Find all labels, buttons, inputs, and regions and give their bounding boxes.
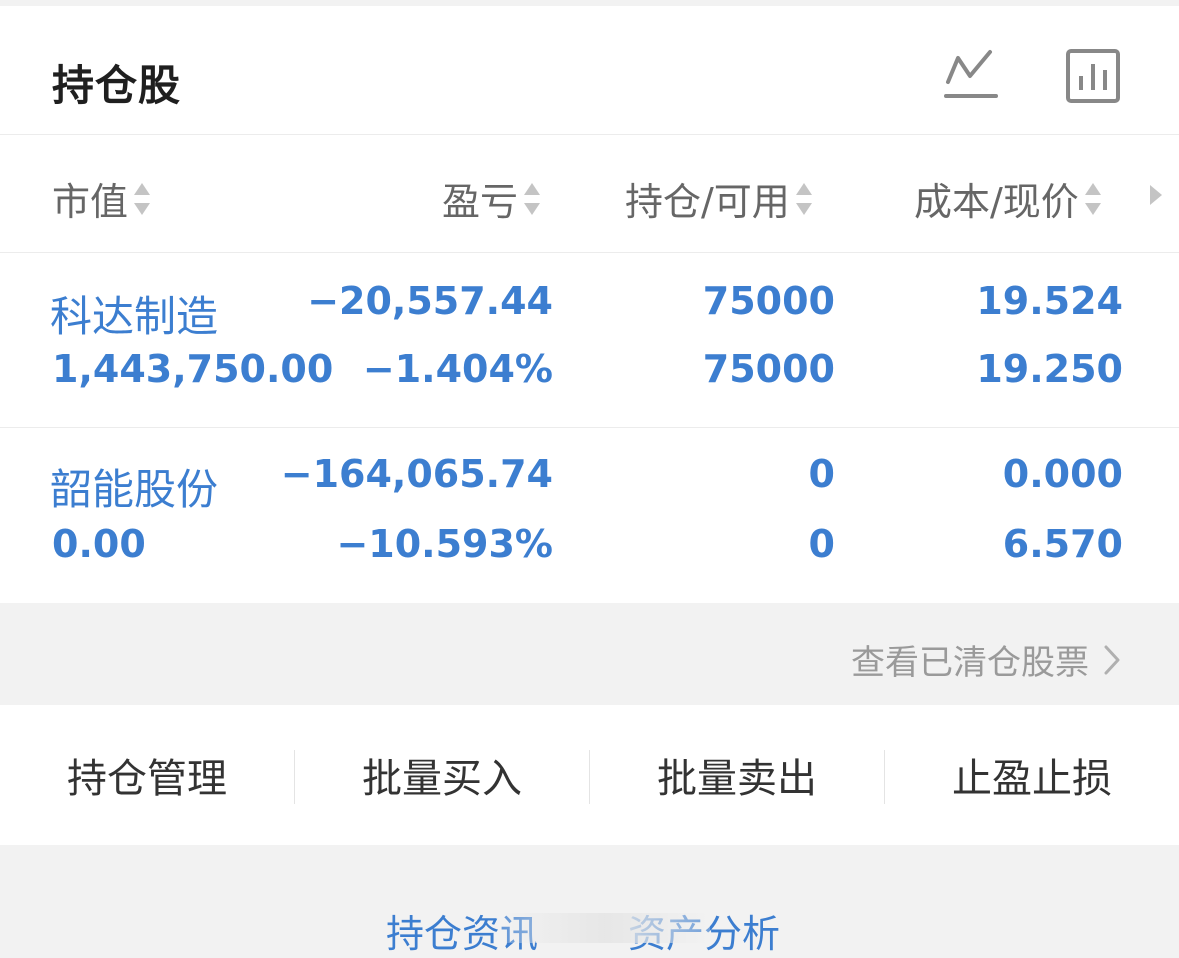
cost-price: 0.000: [1002, 452, 1123, 496]
sort-icon: [522, 180, 542, 218]
available-qty: 0: [808, 522, 835, 566]
batch-sell-button[interactable]: 批量卖出: [590, 705, 884, 845]
available-qty: 75000: [702, 347, 835, 391]
column-header-label: 成本/现价: [914, 180, 1079, 224]
view-cleared-stocks-link[interactable]: 查看已清仓股票: [851, 635, 1121, 684]
current-price: 6.570: [1002, 522, 1123, 566]
column-header-cost-price[interactable]: 成本/现价: [914, 171, 1103, 226]
column-header-label: 市值: [52, 180, 129, 224]
column-header-pnl[interactable]: 盈亏: [442, 171, 542, 226]
market-value: 0.00: [52, 522, 146, 566]
table-row[interactable]: 韶能股份 0.00 −164,065.74 −10.593% 0 0 0.000…: [0, 428, 1179, 603]
pnl-amount: −20,557.44: [307, 279, 553, 323]
pnl-percent: −1.404%: [362, 347, 553, 391]
market-value: 1,443,750.00: [52, 347, 334, 391]
table-row[interactable]: 科达制造 1,443,750.00 −20,557.44 −1.404% 750…: [0, 253, 1179, 428]
column-header-position[interactable]: 持仓/可用: [625, 171, 814, 226]
batch-buy-button[interactable]: 批量买入: [295, 705, 589, 845]
current-price: 19.250: [976, 347, 1123, 391]
sort-icon: [1083, 180, 1103, 218]
column-header-label: 持仓/可用: [625, 180, 790, 224]
page-title: 持仓股: [52, 61, 182, 110]
action-bar: 持仓管理 批量买入 批量卖出 止盈止损: [0, 705, 1179, 845]
chevron-right-icon: [1104, 645, 1120, 674]
position-qty: 0: [808, 452, 835, 496]
pnl-percent: −10.593%: [336, 522, 553, 566]
line-chart-icon[interactable]: [940, 46, 1000, 106]
column-header-market-value[interactable]: 市值: [52, 171, 152, 226]
column-header-label: 盈亏: [442, 180, 519, 224]
take-profit-stop-loss-button[interactable]: 止盈止损: [885, 705, 1179, 845]
sort-icon: [794, 180, 814, 218]
stock-name: 科达制造: [50, 292, 219, 341]
bottom-tabs: 持仓资讯 资产分析: [0, 845, 1179, 956]
manage-holdings-button[interactable]: 持仓管理: [0, 705, 294, 845]
view-cleared-label: 查看已清仓股票: [851, 643, 1089, 683]
position-qty: 75000: [702, 279, 835, 323]
stock-name: 韶能股份: [50, 465, 219, 514]
watermark-overlay: [500, 913, 710, 943]
holdings-header: 持仓股: [0, 6, 1179, 135]
pnl-amount: −164,065.74: [280, 452, 553, 496]
sort-icon: [132, 180, 152, 218]
column-header-row: 市值 盈亏 持仓/可用 成本/现价: [0, 135, 1179, 253]
cleared-stocks-bar: 查看已清仓股票: [0, 603, 1179, 705]
scroll-right-icon[interactable]: [1148, 181, 1164, 209]
cost-price: 19.524: [976, 279, 1123, 323]
bar-chart-icon[interactable]: [1063, 46, 1123, 106]
